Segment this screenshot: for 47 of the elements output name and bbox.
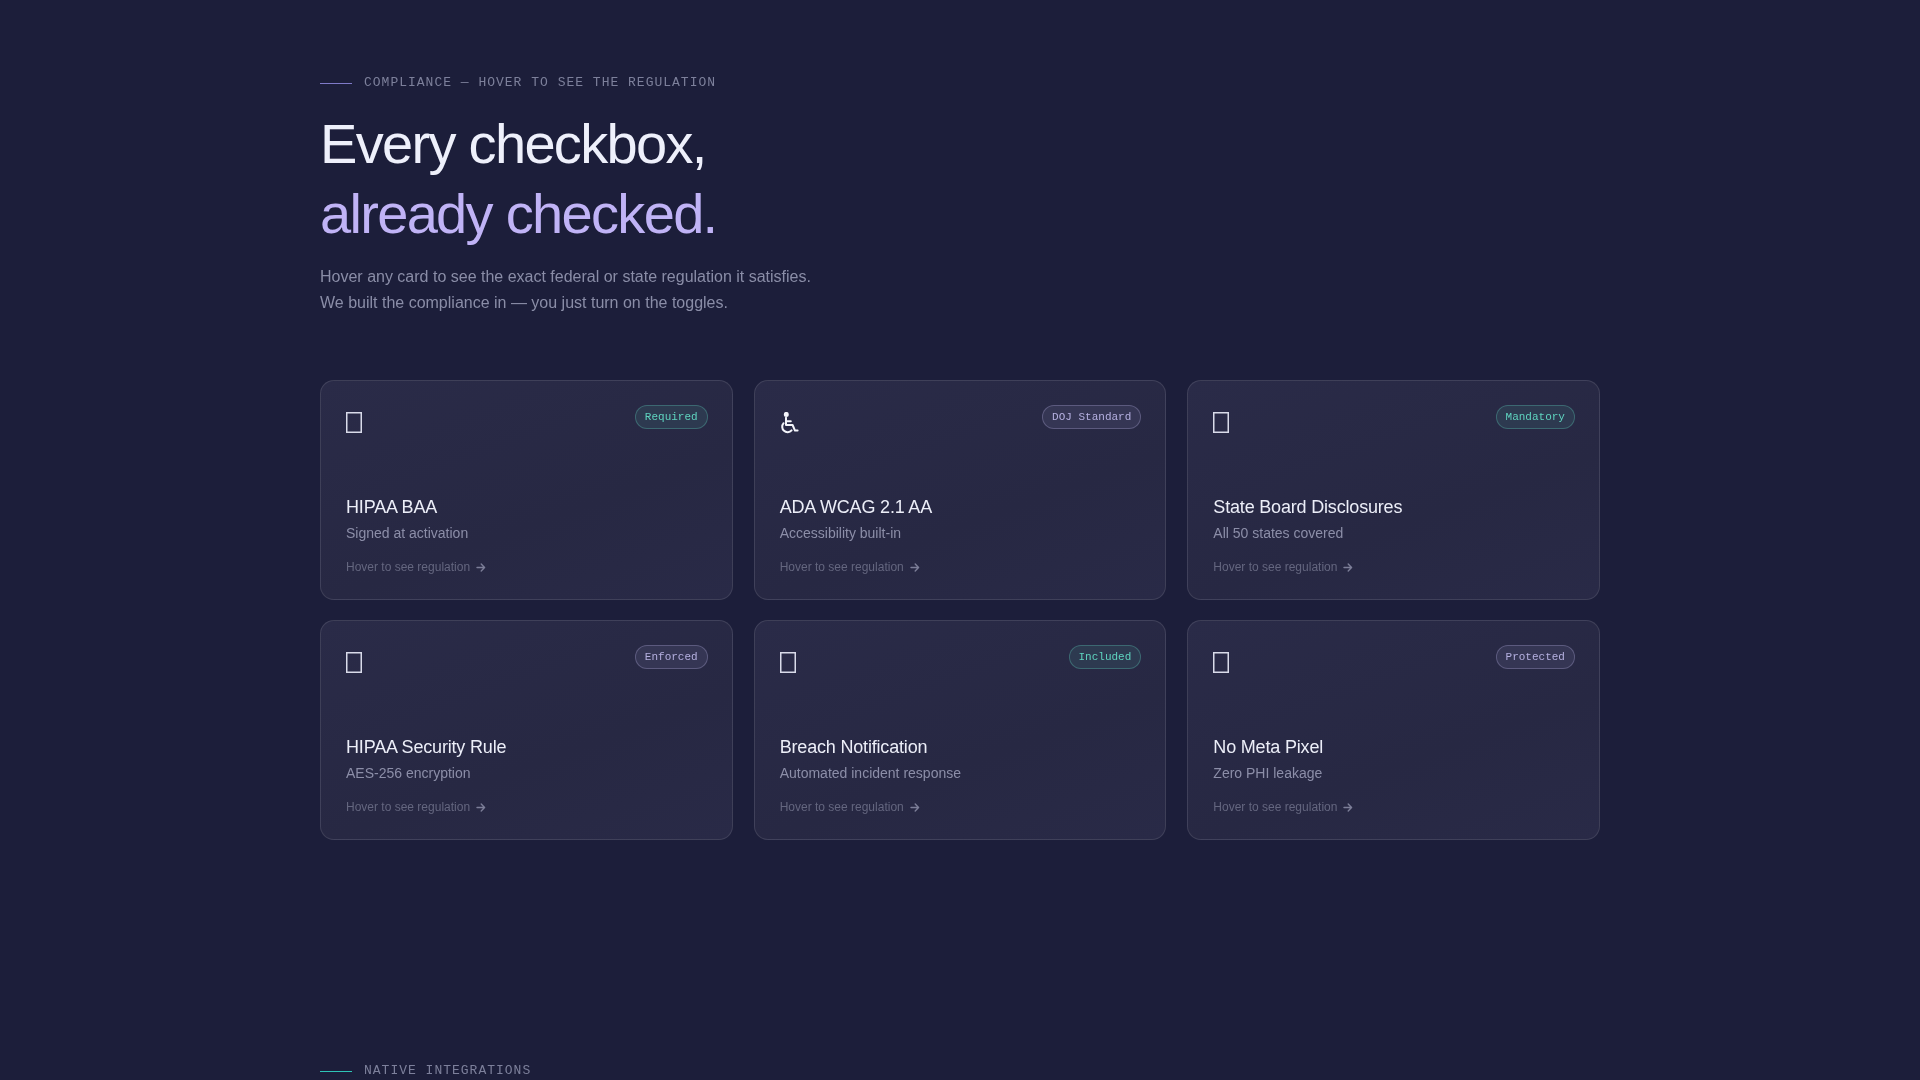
compliance-card[interactable]: Required HIPAA BAA Signed at activation Hover to see regulation bbox=[320, 380, 733, 601]
compliance-card[interactable]: DOJ Standard ADA WCAG 2.1 AA Accessibility built-in Hover to see regulation bbox=[753, 380, 1167, 601]
regulation-hint: Hover to see regulation bbox=[779, 799, 904, 816]
missing-glyph-icon bbox=[1213, 652, 1230, 674]
card-title: HIPAA BAA bbox=[346, 496, 439, 520]
regulation-hint: Hover to see regulation bbox=[779, 559, 904, 576]
missing-glyph-icon bbox=[779, 652, 796, 674]
card-subtitle: AES-256 encryption bbox=[346, 764, 472, 784]
missing-glyph-icon bbox=[346, 652, 362, 674]
missing-glyph-icon bbox=[346, 412, 362, 434]
card-subtitle: All 50 states covered bbox=[1213, 524, 1345, 544]
heading: Every checkbox, bbox=[320, 111, 706, 177]
compliance-card[interactable]: Protected No Meta Pixel Zero PHI leakage Hover to see regulation bbox=[1187, 620, 1600, 841]
arrow-right-icon bbox=[909, 802, 920, 812]
card-subtitle: Signed at activation bbox=[346, 524, 470, 544]
arrow-right-icon bbox=[1343, 562, 1354, 572]
regulation-hint: Hover to see regulation bbox=[1213, 559, 1338, 576]
missing-glyph-icon bbox=[1213, 412, 1230, 434]
compliance-card[interactable]: Enforced HIPAA Security Rule AES-256 encryption Hover to see regulation bbox=[320, 620, 733, 841]
status-badge: Protected bbox=[1495, 645, 1575, 670]
section-eyebrow: NATIVE INTEGRATIONS bbox=[364, 1063, 532, 1080]
card-title: No Meta Pixel bbox=[1213, 736, 1325, 760]
compliance-card[interactable]: Included Breach Notification Automated incident response Hover to see regulation bbox=[753, 620, 1167, 841]
heading-highlight: already checked. bbox=[320, 181, 717, 247]
arrow-right-icon bbox=[476, 802, 487, 812]
card-subtitle: Zero PHI leakage bbox=[1213, 764, 1324, 784]
card-title: Breach Notification bbox=[779, 736, 929, 760]
description: Hover any card to see the exact federal or state regulation it satisfies. We built the compliance in — you just turn on the toggles. bbox=[320, 267, 811, 313]
card-title: ADA WCAG 2.1 AA bbox=[779, 496, 933, 520]
regulation-hint: Hover to see regulation bbox=[346, 799, 471, 816]
status-badge: DOJ Standard bbox=[1042, 405, 1142, 430]
status-badge: Required bbox=[634, 405, 708, 430]
arrow-right-icon bbox=[1343, 802, 1354, 812]
wheelchair-icon bbox=[779, 412, 799, 435]
arrow-right-icon bbox=[476, 562, 487, 572]
section-eyebrow: COMPLIANCE — HOVER TO SEE THE REGULATION bbox=[364, 75, 717, 91]
status-badge: Enforced bbox=[634, 645, 708, 670]
status-badge: Mandatory bbox=[1495, 405, 1575, 430]
regulation-hint: Hover to see regulation bbox=[346, 559, 471, 576]
card-title: State Board Disclosures bbox=[1213, 496, 1404, 520]
card-subtitle: Accessibility built-in bbox=[779, 524, 903, 544]
card-title: HIPAA Security Rule bbox=[346, 736, 508, 760]
arrow-right-icon bbox=[909, 562, 920, 572]
regulation-hint: Hover to see regulation bbox=[1213, 799, 1338, 816]
status-badge: Included bbox=[1068, 645, 1142, 670]
compliance-card[interactable]: Mandatory State Board Disclosures All 50 states covered Hover to see regulation bbox=[1187, 380, 1600, 601]
card-subtitle: Automated incident response bbox=[779, 764, 962, 784]
